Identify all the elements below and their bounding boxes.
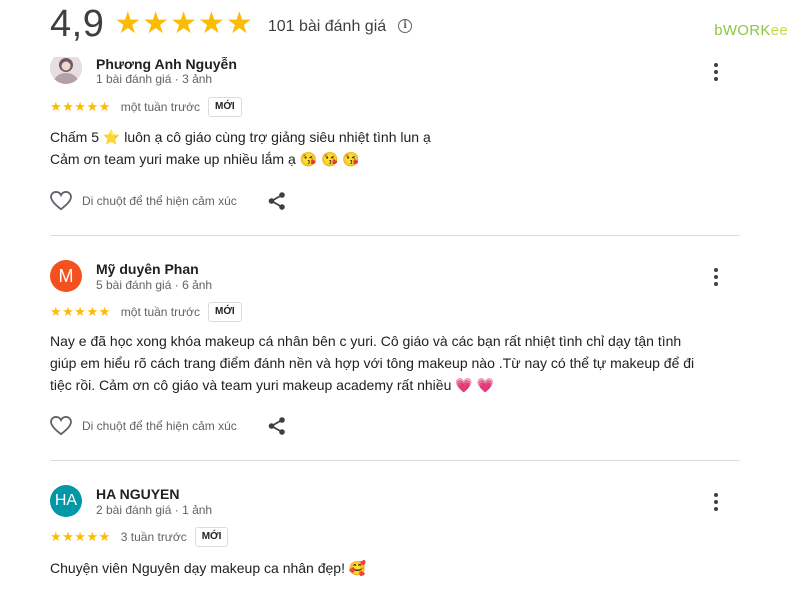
average-stars: ★★★★★ (114, 6, 254, 40)
avatar[interactable]: M (50, 260, 82, 292)
more-options-icon[interactable] (714, 63, 718, 81)
review-count-link[interactable]: 101 bài đánh giá (268, 18, 386, 36)
reviewer-meta: 2 bài đánh giá · 1 ảnh (96, 503, 213, 517)
reviewer-name[interactable]: HA NGUYEN (96, 486, 180, 502)
new-badge: MỚI (208, 97, 242, 117)
brand-watermark: bWORKee (714, 22, 788, 39)
review-stars: ★★★★★ (50, 99, 111, 114)
share-icon[interactable] (267, 416, 287, 436)
reviewer-name[interactable]: Phương Anh Nguyễn (96, 56, 237, 72)
rating-summary: 4,9 ★★★★★ 101 bài đánh giá i (50, 2, 413, 45)
new-badge: MỚI (194, 527, 229, 547)
info-icon[interactable]: i (398, 19, 413, 33)
review-divider (50, 235, 740, 236)
review-rating-row: ★★★★★ 3 tuần trước MỚI (50, 526, 229, 548)
review-stars: ★★★★★ (50, 529, 111, 544)
review-text: Chuyện viên Nguyên dạy makeup ca nhân đẹ… (50, 560, 367, 576)
heart-icon[interactable] (50, 191, 72, 211)
reviewer-name[interactable]: Mỹ duyên Phan (96, 261, 199, 277)
reviewer-meta: 1 bài đánh giá · 3 ảnh (96, 72, 213, 86)
react-label: Di chuột để thể hiện cảm xúc (82, 419, 237, 433)
share-icon[interactable] (267, 191, 287, 211)
review-rating-row: ★★★★★ một tuần trước MỚI (50, 96, 242, 118)
reviewer-meta: 5 bài đánh giá · 6 ảnh (96, 278, 213, 292)
avatar[interactable]: HA (50, 485, 82, 517)
review-actions: Di chuột để thể hiện cảm xúc (50, 189, 287, 213)
review-rating-row: ★★★★★ một tuần trước MỚI (50, 301, 242, 323)
review-actions: Di chuột để thể hiện cảm xúc (50, 414, 287, 438)
new-badge: MỚI (208, 302, 242, 322)
review-time: 3 tuần trước (120, 530, 187, 544)
more-options-icon[interactable] (714, 268, 718, 286)
review-divider (50, 460, 740, 461)
review-stars: ★★★★★ (50, 304, 111, 319)
review-text: Nay e đã học xong khóa makeup cá nhân bê… (50, 333, 695, 393)
heart-icon[interactable] (50, 416, 72, 436)
review-text: Chấm 5 ⭐ luôn ạ cô giáo cùng trợ giảng s… (50, 129, 431, 167)
more-options-icon[interactable] (714, 493, 718, 511)
review-time: một tuần trước (120, 305, 201, 319)
average-rating: 4,9 (50, 2, 105, 45)
review-time: một tuần trước (120, 100, 201, 114)
react-label: Di chuột để thể hiện cảm xúc (82, 194, 237, 208)
